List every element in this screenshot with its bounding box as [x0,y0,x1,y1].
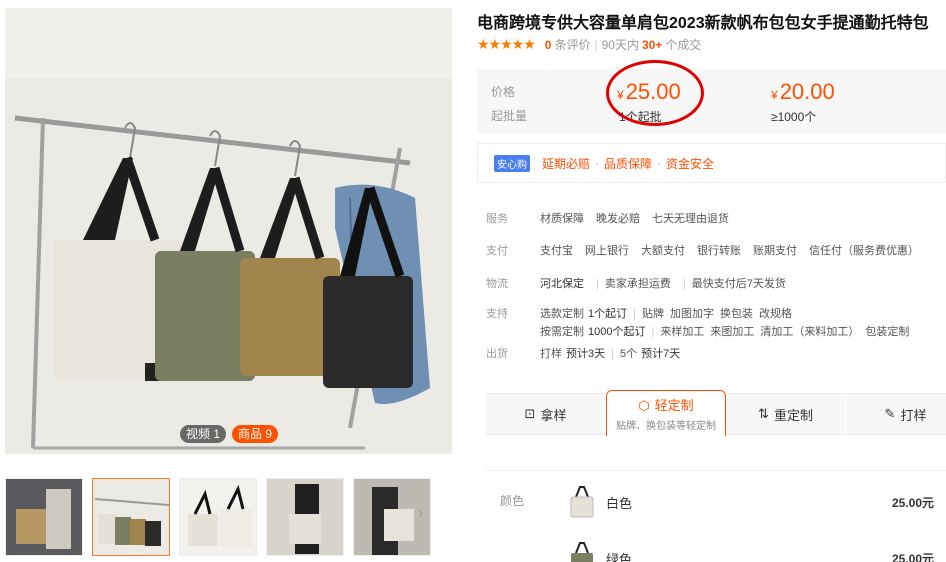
red-highlight-circle [606,60,704,126]
product-title: 电商跨境专供大容量单肩包2023新款帆布包包女手提通勤托特包 [477,15,929,32]
support-line-1: 选款定制 1个起订 | 贴牌 加图加字 换包装 改规格 [540,308,792,320]
sales-period: 90天内 [601,38,639,52]
support-line-2: 按需定制 1000个起订 | 来样加工 来图加工 清加工（来料加工） 包装定制 [540,326,910,338]
sku-thumb-white [570,486,594,518]
logistics-values: 河北保定 | 卖家承担运费 | 最快支付后7天发货 [540,278,786,290]
thumbnail-3[interactable] [179,478,257,556]
image-count-badge[interactable]: 商品 9 [232,425,279,443]
tab-proofing[interactable]: ✎ 打样 [846,394,946,434]
payment-values: 支付宝 网上银行 大额支付 银行转账 账期支付 信任付（服务费优惠） [540,245,919,257]
sample-icon: ⊡ [524,406,536,421]
shipping-values: 打样 预计3天 | 5个 预计7天 [540,348,681,360]
star-rating-icon: ★★★★★ [477,36,536,52]
thumbnail-4[interactable] [266,478,344,556]
divider [486,470,946,471]
sku-price: 25.00元 [892,551,935,562]
chevron-right-icon[interactable]: › [418,505,423,523]
moq-label: 起批量 [491,109,528,123]
guarantee-bar[interactable]: 安心购 延期必赔 · 品质保障 · 资金安全 [477,143,946,183]
thumbnail-1[interactable] [5,478,83,556]
rating-row: ★★★★★ 0 条评价 | 90天内 30+ 个成交 [477,36,702,53]
review-label[interactable]: 条评价 [554,36,590,53]
sku-row[interactable]: 白色 25.00元 [568,482,946,522]
video-count-badge[interactable]: 视频 1 [180,425,227,443]
media-badges: 视频 1 商品 9 [180,425,279,443]
tab-light-custom-sub: 贴牌、换包装等轻定制 [616,421,716,432]
tab-heavy-custom[interactable]: ⇅ 重定制 [726,394,846,434]
guarantee-item: 品质保障 [604,156,653,171]
tab-light-custom[interactable]: ⬡ 轻定制 贴牌、换包装等轻定制 [606,390,726,436]
support-label: 支持 [486,308,508,320]
sales-count: 30+ [641,37,663,52]
sku-thumb-green [571,542,593,562]
tab-sample[interactable]: ⊡ 拿样 [486,394,606,434]
price-box: 价格 起批量 ¥25.00 1个起批 ¥20.00 ≥1000个 [477,69,946,133]
guarantee-item: 资金安全 [666,156,715,171]
anxin-tag: 安心购 [494,154,530,172]
service-values: 材质保障 晚发必赔 七天无理由退货 [540,213,729,225]
price-label: 价格 [491,85,516,99]
service-label: 服务 [486,213,508,225]
sku-row[interactable]: 绿色 25.00元 [568,538,946,562]
logistics-label: 物流 [486,278,508,290]
payment-label: 支付 [486,245,508,257]
box-icon: ⬡ [638,398,650,413]
thumbnail-strip [5,478,431,556]
thumbnail-2[interactable] [92,478,170,556]
main-product-image[interactable] [5,8,452,454]
guarantee-item: 延期必赔 [542,156,591,171]
pen-icon: ✎ [884,406,896,421]
tier-2-qty: ≥1000个 [771,110,817,124]
shipping-label: 出货 [486,348,508,360]
sku-name: 绿色 [606,551,633,562]
order-mode-tabs: ⊡ 拿样 ⬡ 轻定制 贴牌、换包装等轻定制 ⇅ 重定制 ✎ 打样 [486,390,946,436]
tier-2-price: ¥20.00 [771,79,835,104]
sku-name: 白色 [606,495,633,511]
sku-price: 25.00元 [892,495,935,510]
sales-label: 个成交 [665,38,702,52]
review-count[interactable]: 0 [545,38,552,52]
adjust-icon: ⇅ [758,406,769,421]
color-label: 颜色 [500,494,525,508]
